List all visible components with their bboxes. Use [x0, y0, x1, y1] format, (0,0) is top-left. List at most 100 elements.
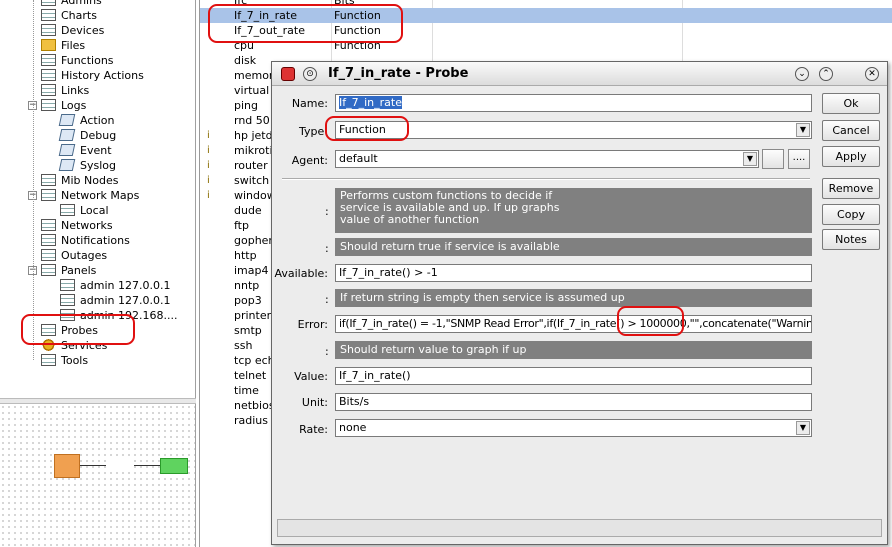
row-name: printer [234, 309, 272, 322]
navigation-tree[interactable]: Admins Charts Devices Files Functions History… [0, 0, 196, 398]
available-hint: Should return true if service is availab… [335, 238, 812, 256]
row-marker [207, 413, 233, 428]
list-row[interactable]: Ifc Bits [200, 0, 892, 8]
row-name: radius [234, 414, 269, 427]
tree-item[interactable]: admin 192.168.... [0, 308, 195, 323]
chevron-down-icon[interactable]: ▼ [796, 123, 810, 137]
error-field[interactable]: if(If_7_in_rate() = -1,"SNMP Read Error"… [335, 315, 812, 333]
map-node-device[interactable] [160, 458, 188, 474]
row-name: gopher [234, 234, 273, 247]
minimize-icon[interactable]: ⌄ [795, 67, 809, 81]
row-marker [207, 308, 233, 323]
log-icon [58, 144, 76, 156]
tree-item[interactable]: − Network Maps [0, 188, 195, 203]
table-icon [60, 309, 75, 321]
unit-field[interactable]: Bits/s [335, 393, 812, 411]
tree-item[interactable]: Services [0, 338, 195, 353]
row-name: If_7_out_rate [234, 24, 305, 37]
separator [282, 178, 810, 180]
apply-button[interactable]: Apply [822, 146, 880, 167]
agent-more-button[interactable]: .... [788, 149, 810, 169]
row-marker: i [207, 160, 210, 171]
tree-item[interactable]: Links [0, 83, 195, 98]
agent-select[interactable]: default ▼ [335, 150, 759, 168]
maximize-icon[interactable]: ⌃ [819, 67, 833, 81]
table-icon [41, 324, 56, 336]
log-icon [58, 159, 76, 171]
log-icon [58, 129, 76, 141]
row-marker [207, 98, 233, 113]
tree-item[interactable]: − Panels [0, 263, 195, 278]
tree-item[interactable]: History Actions [0, 68, 195, 83]
row-name: If_7_in_rate [234, 9, 297, 22]
type-select[interactable]: Function ▼ [335, 121, 812, 139]
tree-item-label: Syslog [80, 159, 116, 172]
tree-item[interactable]: Local [0, 203, 195, 218]
tree-item[interactable]: Event [0, 143, 195, 158]
tree-item[interactable]: Debug [0, 128, 195, 143]
tree-item[interactable]: Action [0, 113, 195, 128]
tree-item-label: Charts [61, 9, 97, 22]
table-icon [41, 54, 56, 66]
table-icon [41, 249, 56, 261]
tree-item[interactable]: Devices [0, 23, 195, 38]
list-row[interactable]: cpu Function [200, 38, 892, 53]
tree-item[interactable]: Tools [0, 353, 195, 368]
tree-item[interactable]: Charts [0, 8, 195, 23]
tree-item-label: Files [61, 39, 86, 52]
notes-button[interactable]: Notes [822, 229, 880, 250]
error-hint-colon: : [325, 293, 329, 306]
tree-item[interactable]: Networks [0, 218, 195, 233]
row-name: router [234, 159, 268, 172]
tree-item-label: Links [61, 84, 90, 97]
app-icon [281, 67, 295, 81]
remove-button[interactable]: Remove [822, 178, 880, 199]
tree-item-label: Network Maps [61, 189, 140, 202]
table-icon [41, 174, 56, 186]
dialog-titlebar[interactable]: ⊙ If_7_in_rate - Probe ⌄ ⌃ ✕ [272, 62, 887, 86]
row-marker [207, 368, 233, 383]
tree-item[interactable]: Files [0, 38, 195, 53]
cancel-button[interactable]: Cancel [822, 120, 880, 141]
list-row[interactable]: If_7_out_rate Function [200, 23, 892, 38]
list-row[interactable]: If_7_in_rate Function [200, 8, 892, 23]
window-menu-icon[interactable]: ⊙ [303, 67, 317, 81]
tree-item-label: Devices [61, 24, 105, 37]
row-type: Bits [334, 0, 355, 7]
folder-icon [41, 39, 56, 51]
tree-item[interactable]: admin 127.0.0.1 [0, 293, 195, 308]
name-field[interactable]: If_7_in_rate [335, 94, 812, 112]
tree-item[interactable]: Mib Nodes [0, 173, 195, 188]
row-name: ssh [234, 339, 253, 352]
tree-item-label: Services [61, 339, 108, 352]
table-icon [41, 354, 56, 366]
row-marker [207, 0, 233, 8]
tree-item[interactable]: Notifications [0, 233, 195, 248]
tree-item-label: admin 127.0.0.1 [80, 279, 171, 292]
row-marker [207, 398, 233, 413]
map-node-router[interactable] [54, 454, 80, 478]
row-name: time [234, 384, 259, 397]
rate-select[interactable]: none ▼ [335, 419, 812, 437]
row-name: ftp [234, 219, 249, 232]
chevron-down-icon[interactable]: ▼ [796, 421, 810, 435]
chevron-down-icon[interactable]: ▼ [743, 152, 757, 166]
row-marker [207, 218, 233, 233]
tree-item[interactable]: Probes [0, 323, 195, 338]
tree-item[interactable]: Syslog [0, 158, 195, 173]
tree-item[interactable]: Functions [0, 53, 195, 68]
copy-button[interactable]: Copy [822, 204, 880, 225]
description-colon: : [325, 205, 329, 218]
agent-edit-button[interactable] [762, 149, 784, 169]
row-name: cpu [234, 39, 255, 52]
tree-item-label: Probes [61, 324, 98, 337]
value-field[interactable]: If_7_in_rate() [335, 367, 812, 385]
tree-item[interactable]: admin 127.0.0.1 [0, 278, 195, 293]
ok-button[interactable]: Ok [822, 93, 880, 114]
tree-item[interactable]: Admins [0, 0, 195, 8]
network-map-preview[interactable] [0, 404, 196, 547]
tree-item[interactable]: − Logs [0, 98, 195, 113]
close-icon[interactable]: ✕ [865, 67, 879, 81]
tree-item[interactable]: Outages [0, 248, 195, 263]
available-field[interactable]: If_7_in_rate() > -1 [335, 264, 812, 282]
